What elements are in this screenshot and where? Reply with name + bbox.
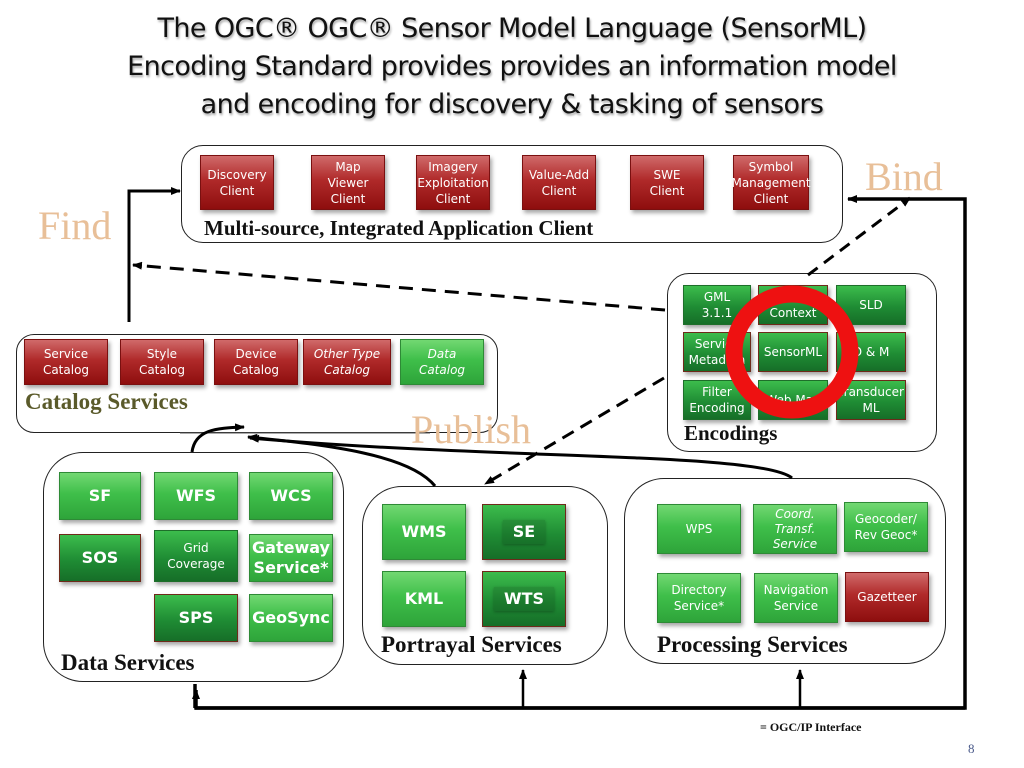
processing-services-label: Processing Services bbox=[657, 632, 848, 657]
data-box-sos: SOS bbox=[59, 534, 141, 582]
catalog-box-service: Service Catalog bbox=[24, 339, 108, 385]
portrayal-box-se: SE bbox=[482, 504, 566, 560]
legend-text: = OGC/IP Interface bbox=[760, 720, 862, 734]
portrayal-box-wms: WMS bbox=[382, 504, 466, 560]
encodings-group-label: Encodings bbox=[684, 421, 778, 445]
client-box-map-viewer: Map Viewer Client bbox=[311, 155, 385, 210]
data-box-wcs: WCS bbox=[249, 472, 333, 520]
page-number: 8 bbox=[968, 741, 975, 756]
processing-box-coord-transf: Coord. Transf. Service bbox=[753, 504, 837, 554]
client-box-discovery: Discovery Client bbox=[200, 155, 274, 210]
encoding-box-open-web-context: Open Web Context bbox=[758, 285, 828, 325]
encoding-box-service-metadata: Service Metadata bbox=[683, 332, 751, 372]
data-box-grid-coverage: Grid Coverage bbox=[154, 530, 238, 582]
data-box-wfs: WFS bbox=[154, 472, 238, 520]
client-box-value-add: Value-Add Client bbox=[522, 155, 596, 210]
catalog-box-style: Style Catalog bbox=[120, 339, 204, 385]
encoding-box-sld: SLD bbox=[836, 285, 906, 325]
portrayal-box-wts: WTS bbox=[482, 571, 566, 627]
client-box-symbol-management: Symbol Management Client bbox=[731, 155, 811, 210]
data-box-sf: SF bbox=[59, 472, 141, 520]
encoding-box-filter-encoding: Filter Encoding bbox=[683, 380, 751, 420]
processing-box-navigation-service: Navigation Service bbox=[754, 573, 838, 623]
client-box-imagery-exploitation: Imagery Exploitation Client bbox=[416, 155, 490, 210]
publish-label: Publish bbox=[411, 407, 532, 452]
processing-box-gazetteer: Gazetteer bbox=[845, 572, 929, 622]
encoding-box-om: O & M bbox=[836, 332, 906, 372]
catalog-group-label: Catalog Services bbox=[25, 389, 188, 414]
encoding-box-sensorml: SensorML bbox=[758, 332, 828, 372]
title-line-2: Encoding Standard provides provides an i… bbox=[127, 51, 897, 82]
processing-box-wps: WPS bbox=[657, 504, 741, 554]
find-label: Find bbox=[38, 203, 112, 248]
data-box-geosync: GeoSync bbox=[249, 594, 333, 642]
bind-arrow-to-data bbox=[192, 689, 965, 710]
data-services-label: Data Services bbox=[61, 650, 195, 675]
encoding-box-transducer-ml: Transducer ML bbox=[836, 380, 906, 420]
slide-title: The OGC® OGC® Sensor Model Language (Sen… bbox=[0, 10, 1024, 124]
processing-box-geocoder: Geocoder/ Rev Geoc* bbox=[844, 502, 928, 552]
dashed-arrow-to-find bbox=[132, 261, 666, 312]
bind-label: Bind bbox=[865, 154, 943, 199]
catalog-box-other-type: Other Type Catalog bbox=[303, 339, 391, 385]
find-arrow bbox=[127, 187, 181, 322]
title-line-3: and encoding for discovery & tasking of … bbox=[200, 89, 824, 120]
client-group-label: Multi-source, Integrated Application Cli… bbox=[204, 216, 594, 240]
catalog-box-device: Device Catalog bbox=[214, 339, 298, 385]
data-box-gateway-service: Gateway Service* bbox=[249, 534, 333, 582]
catalog-box-data: Data Catalog bbox=[400, 339, 484, 385]
processing-box-directory-service: Directory Service* bbox=[657, 573, 741, 623]
data-box-sps: SPS bbox=[154, 594, 238, 642]
encoding-box-gml: GML 3.1.1 bbox=[683, 285, 751, 325]
portrayal-box-kml: KML bbox=[382, 571, 466, 627]
portrayal-services-label: Portrayal Services bbox=[381, 632, 562, 657]
title-line-1: The OGC® OGC® Sensor Model Language (Sen… bbox=[157, 13, 868, 44]
client-box-swe: SWE Client bbox=[630, 155, 704, 210]
encoding-box-web-map: Web Map bbox=[758, 380, 828, 420]
